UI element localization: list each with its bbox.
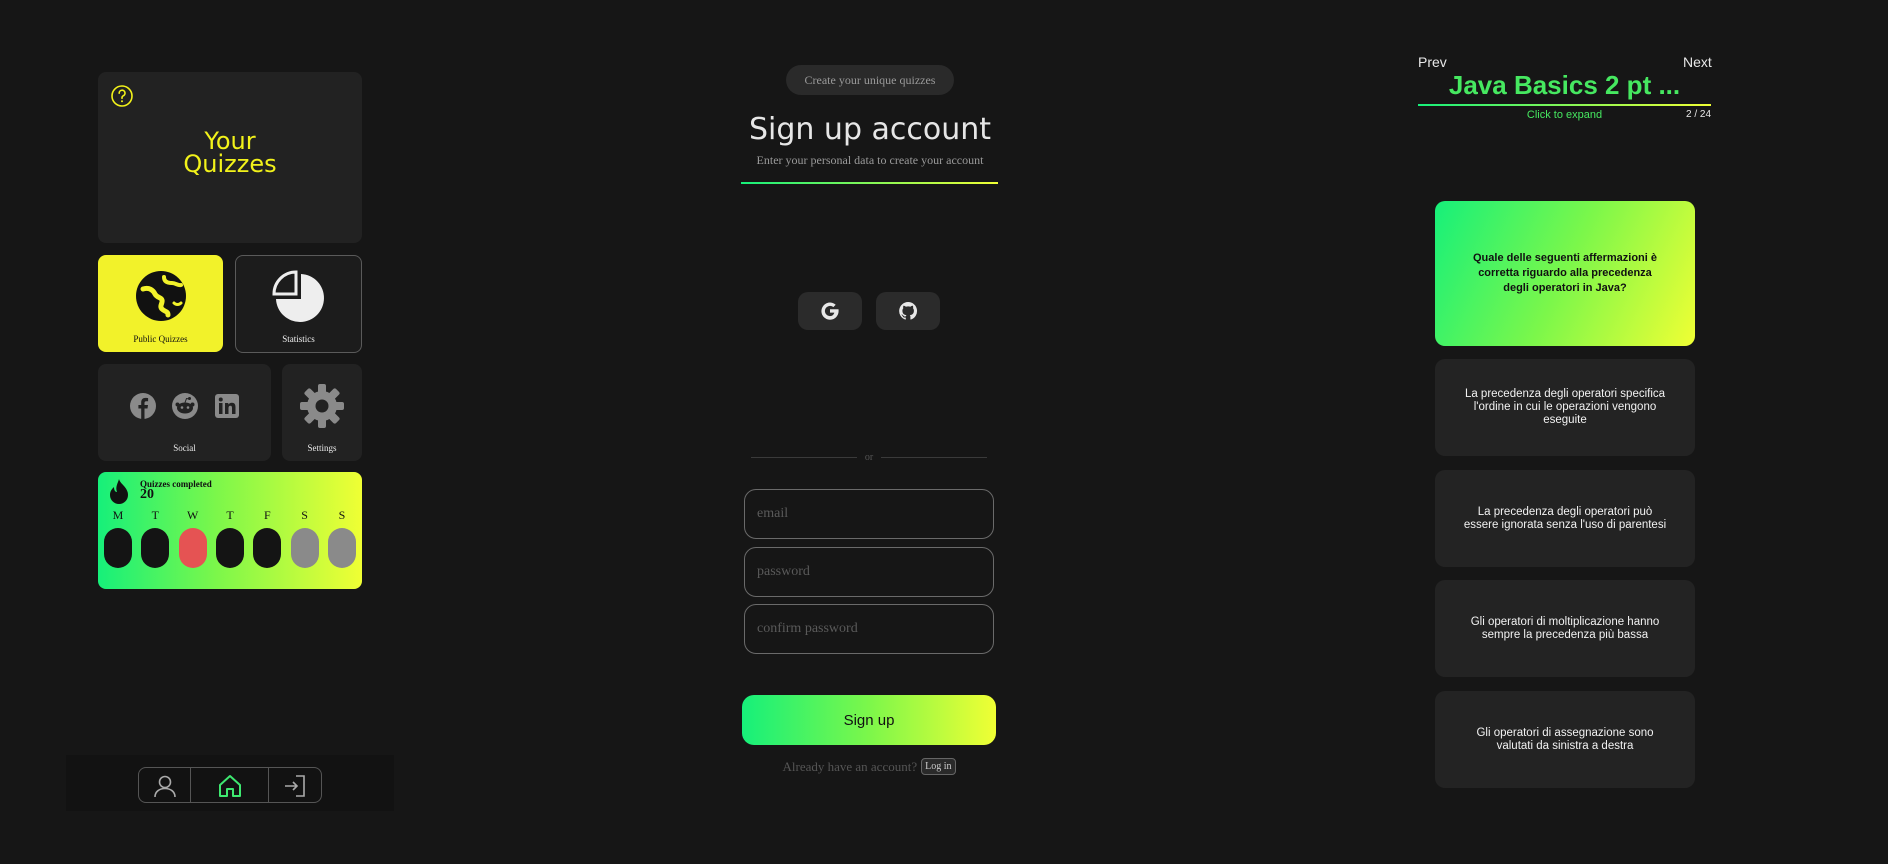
day-pill <box>104 528 132 568</box>
home-icon <box>218 775 241 797</box>
confirm-password-field[interactable] <box>744 604 994 654</box>
reddit-icon[interactable] <box>171 392 199 420</box>
profile-nav-button[interactable] <box>139 768 191 802</box>
gear-icon <box>300 384 344 428</box>
settings-label: Settings <box>307 443 337 453</box>
google-signin-button[interactable] <box>798 292 862 330</box>
streak-day: T <box>215 508 244 568</box>
quiz-title-underline <box>1418 104 1711 106</box>
day-pill <box>141 528 170 568</box>
or-divider: or <box>751 452 987 463</box>
title-underline <box>741 182 998 184</box>
streak-day: M <box>104 508 132 568</box>
day-letter: M <box>112 508 124 522</box>
globe-icon <box>135 271 186 321</box>
signup-button[interactable]: Sign up <box>742 695 996 745</box>
expand-hint[interactable]: Click to expand <box>1418 109 1711 121</box>
day-letter: F <box>263 508 271 522</box>
google-icon <box>821 302 839 320</box>
question-card: Quale delle seguenti affermazioni è corr… <box>1435 201 1695 346</box>
facebook-icon[interactable] <box>129 392 157 420</box>
day-pill <box>327 528 356 568</box>
statistics-label: Statistics <box>282 334 315 344</box>
login-button[interactable]: Log in <box>921 758 956 775</box>
your-quizzes-card[interactable]: Your Quizzes <box>98 72 362 243</box>
email-field[interactable] <box>744 489 994 539</box>
help-icon[interactable] <box>110 84 134 108</box>
github-signin-button[interactable] <box>876 292 940 330</box>
user-icon <box>153 775 176 798</box>
pie-chart-icon <box>271 270 324 322</box>
day-letter: W <box>186 508 199 522</box>
streak-count: 20 <box>140 487 154 502</box>
login-icon <box>285 775 305 797</box>
statistics-tile[interactable]: Statistics <box>235 255 362 353</box>
week-days: MTWTFSS <box>104 508 356 568</box>
quiz-title[interactable]: Java Basics 2 pt ... <box>1418 70 1711 101</box>
question-counter: 2 / 24 <box>1686 109 1712 120</box>
flame-icon <box>110 479 128 504</box>
day-pill <box>253 528 282 568</box>
day-letter: T <box>151 508 159 522</box>
day-letter: T <box>226 508 234 522</box>
github-icon <box>899 301 918 320</box>
answer-option[interactable]: Gli operatori di moltiplicazione hanno s… <box>1435 580 1695 677</box>
streak-day: F <box>253 508 282 568</box>
tagline-badge: Create your unique quizzes <box>786 65 954 95</box>
streak-day: S <box>290 508 319 568</box>
page-subtitle: Enter your personal data to create your … <box>756 153 984 167</box>
linkedin-icon[interactable] <box>213 392 241 420</box>
day-pill <box>178 528 207 568</box>
day-letter: S <box>338 508 346 522</box>
password-field[interactable] <box>744 547 994 597</box>
login-prompt: Already have an account? Log in <box>742 758 996 775</box>
social-tile[interactable]: Social <box>98 364 271 461</box>
answer-option[interactable]: La precedenza degli operatori specifica … <box>1435 359 1695 456</box>
day-pill <box>290 528 319 568</box>
streak-card: Quizzes completed 20 MTWTFSS <box>98 472 362 589</box>
your-quizzes-title: Your Quizzes <box>183 127 277 178</box>
have-account-text: Already have an account? <box>782 758 918 774</box>
public-quizzes-tile[interactable]: Public Quizzes <box>98 255 223 352</box>
prev-link[interactable]: Prev <box>1418 54 1447 70</box>
streak-day: W <box>178 508 207 568</box>
streak-day: S <box>327 508 356 568</box>
answer-option[interactable]: Gli operatori di assegnazione sono valut… <box>1435 691 1695 788</box>
answer-option[interactable]: La precedenza degli operatori può essere… <box>1435 470 1695 567</box>
nav-button-group <box>138 767 322 803</box>
day-pill <box>215 528 244 568</box>
social-label: Social <box>173 443 196 453</box>
next-link[interactable]: Next <box>1683 54 1712 70</box>
login-nav-button[interactable] <box>269 768 321 802</box>
streak-day: T <box>141 508 170 568</box>
settings-tile[interactable]: Settings <box>282 364 362 461</box>
or-label: or <box>864 452 874 463</box>
public-quizzes-label: Public Quizzes <box>133 334 188 344</box>
day-letter: S <box>301 508 308 522</box>
page-title: Sign up account <box>748 112 992 147</box>
home-nav-button[interactable] <box>191 768 269 802</box>
